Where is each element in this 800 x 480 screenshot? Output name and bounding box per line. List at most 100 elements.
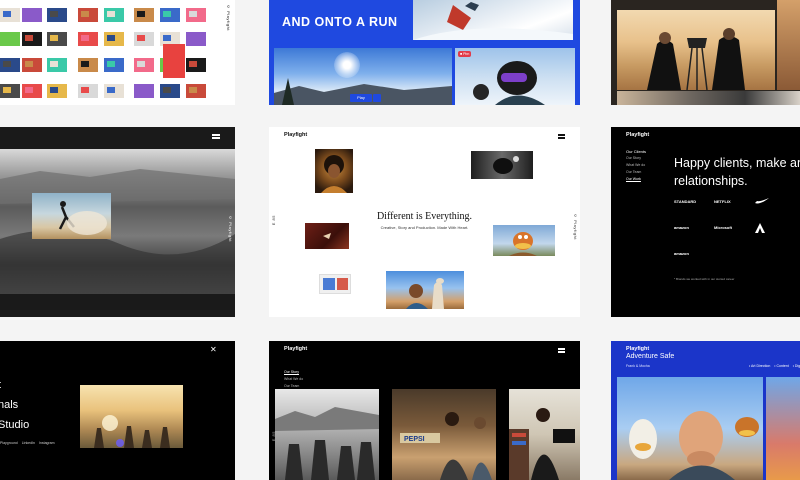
thumbnail[interactable]: [0, 32, 20, 46]
project-tag: • Art Direction: [749, 364, 771, 368]
brand-logo[interactable]: Playfight: [626, 132, 649, 138]
thumbnail[interactable]: [104, 58, 124, 72]
social-link[interactable]: Playground: [0, 441, 18, 445]
client-logo: [794, 197, 800, 207]
thumbnail[interactable]: [163, 44, 185, 78]
hikers-photo[interactable]: [275, 389, 379, 480]
canyon-project-tile[interactable]: © Playfight: [0, 127, 235, 317]
client-logo-grid: STANDARD NETFLIX amazon Microsoft amazon: [674, 197, 800, 263]
thumbnail[interactable]: [22, 8, 42, 22]
project-title: Adventure Safe: [626, 353, 675, 360]
menu-icon[interactable]: [558, 348, 565, 350]
subline: Creative, Story and Production. Made Wit…: [380, 225, 469, 230]
social-link[interactable]: Instagram: [39, 441, 55, 445]
side-label: © Playfight: [228, 215, 233, 242]
thumbnail[interactable]: [47, 58, 67, 72]
thumbnail[interactable]: [160, 84, 180, 98]
nav-item[interactable]: What We do: [284, 376, 303, 383]
thumbnail[interactable]: [104, 84, 124, 98]
client-logo: Microsoft: [714, 225, 732, 230]
nav-item[interactable]: What We do: [626, 162, 645, 169]
thumbnail[interactable]: [47, 8, 67, 22]
mountain-sun-photo: Play: [274, 48, 452, 105]
client-logo: amazon: [674, 251, 689, 256]
desert-photo: [777, 0, 800, 90]
thumbnail[interactable]: [0, 58, 20, 72]
puppet-selfie-photo[interactable]: [617, 377, 763, 480]
camera-crew-photo: [617, 10, 775, 90]
thumbnail[interactable]: [78, 8, 98, 22]
thumbnail[interactable]: [186, 84, 206, 98]
thumbnail[interactable]: [78, 84, 98, 98]
next-project-photo[interactable]: [766, 377, 800, 480]
thumbnail-grid-tile[interactable]: © Playfight: [0, 0, 235, 105]
brand-logo[interactable]: Playfight: [284, 132, 307, 138]
thumbnail[interactable]: [47, 32, 67, 46]
badge: ■ Pbn: [458, 51, 472, 57]
thumbnail[interactable]: [104, 32, 124, 46]
client-logo: STANDARD: [674, 199, 697, 204]
llama-photo[interactable]: [386, 271, 464, 309]
thumbnail[interactable]: [134, 58, 154, 72]
client-logo: [754, 197, 788, 207]
side-label-left: E 85: [271, 215, 276, 226]
thumbnail[interactable]: [22, 84, 42, 98]
nav-item[interactable]: Our Work: [626, 176, 645, 183]
gorilla-photo[interactable]: [471, 151, 533, 179]
work-gallery-tile[interactable]: Playfight Our Story What We do Our Team E …: [269, 341, 580, 480]
menu-line-3: Studio: [0, 419, 30, 431]
skier-photo: [413, 0, 573, 40]
studio-menu-tile[interactable]: t nals Studio Playground LinkedIn Instagra…: [0, 341, 235, 480]
nav-item[interactable]: Our Team: [626, 169, 645, 176]
clients-tile[interactable]: Playfight Our Clients Our Story What We d…: [611, 127, 800, 317]
social-link[interactable]: LinkedIn: [22, 441, 35, 445]
thumbnail[interactable]: [22, 58, 42, 72]
thumbnail[interactable]: [134, 8, 154, 22]
client-logo: [794, 223, 800, 233]
clients-nav: Our Story What We do Our Team Our Work: [626, 155, 645, 183]
thumbnail[interactable]: [78, 58, 98, 72]
thumbnail[interactable]: [104, 8, 124, 22]
brand-logo[interactable]: Playfight: [626, 346, 649, 352]
thumbnail[interactable]: [0, 8, 20, 22]
close-icon[interactable]: ✕: [210, 345, 217, 354]
workshop-photo[interactable]: PEPSI: [392, 389, 496, 480]
thumbnail[interactable]: [78, 32, 98, 46]
nav-item[interactable]: Our Story: [284, 369, 303, 376]
play-button[interactable]: Play: [350, 94, 372, 102]
tablet-photo[interactable]: [319, 274, 351, 294]
run-project-tile[interactable]: AND ONTO A RUN Play ■ Pbn: [269, 0, 580, 105]
next-button[interactable]: [373, 94, 381, 102]
side-label: © Playfight: [226, 4, 231, 31]
helmet-skier-photo: ■ Pbn: [455, 48, 575, 105]
brand-logo[interactable]: Playfight: [284, 346, 307, 352]
social-links: Playground LinkedIn Instagram: [0, 441, 59, 445]
menu-icon[interactable]: [212, 134, 220, 136]
homepage-tile[interactable]: Playfight Different is Everything. Creat…: [269, 127, 580, 317]
menu-icon[interactable]: [558, 134, 565, 136]
thumbnail[interactable]: [134, 84, 154, 98]
project-tag: • Content: [774, 364, 789, 368]
portrait-photo[interactable]: [315, 149, 353, 193]
studio-desk-photo[interactable]: [509, 389, 580, 480]
thumbnail[interactable]: [186, 32, 206, 46]
client-logo: [794, 249, 800, 259]
clients-headline-line1: Happy clients, make an: [674, 156, 800, 170]
run-heading: AND ONTO A RUN: [282, 15, 398, 29]
client-logo: amazon: [674, 225, 689, 230]
moodboard: © Playfight AND ONTO A RUN Play ■ Pbn © …: [0, 0, 800, 480]
client-logo: [754, 249, 788, 259]
thumbnail[interactable]: [0, 84, 20, 98]
camera-crew-tile[interactable]: [611, 0, 800, 105]
project-tag: • Dig: [792, 364, 800, 368]
thumbnail[interactable]: [186, 8, 206, 22]
nav-item[interactable]: Our Story: [626, 155, 645, 162]
thumbnail[interactable]: [134, 32, 154, 46]
thumbnail[interactable]: [47, 84, 67, 98]
thumbnail[interactable]: [22, 32, 42, 46]
bottom-strip-photo: [617, 91, 800, 105]
thumbnail[interactable]: [186, 58, 206, 72]
adventure-project-tile[interactable]: Playfight Adventure Safe Frank & Mocha •…: [611, 341, 800, 480]
thumbnail[interactable]: [160, 8, 180, 22]
sunset-group-photo[interactable]: [80, 385, 183, 448]
